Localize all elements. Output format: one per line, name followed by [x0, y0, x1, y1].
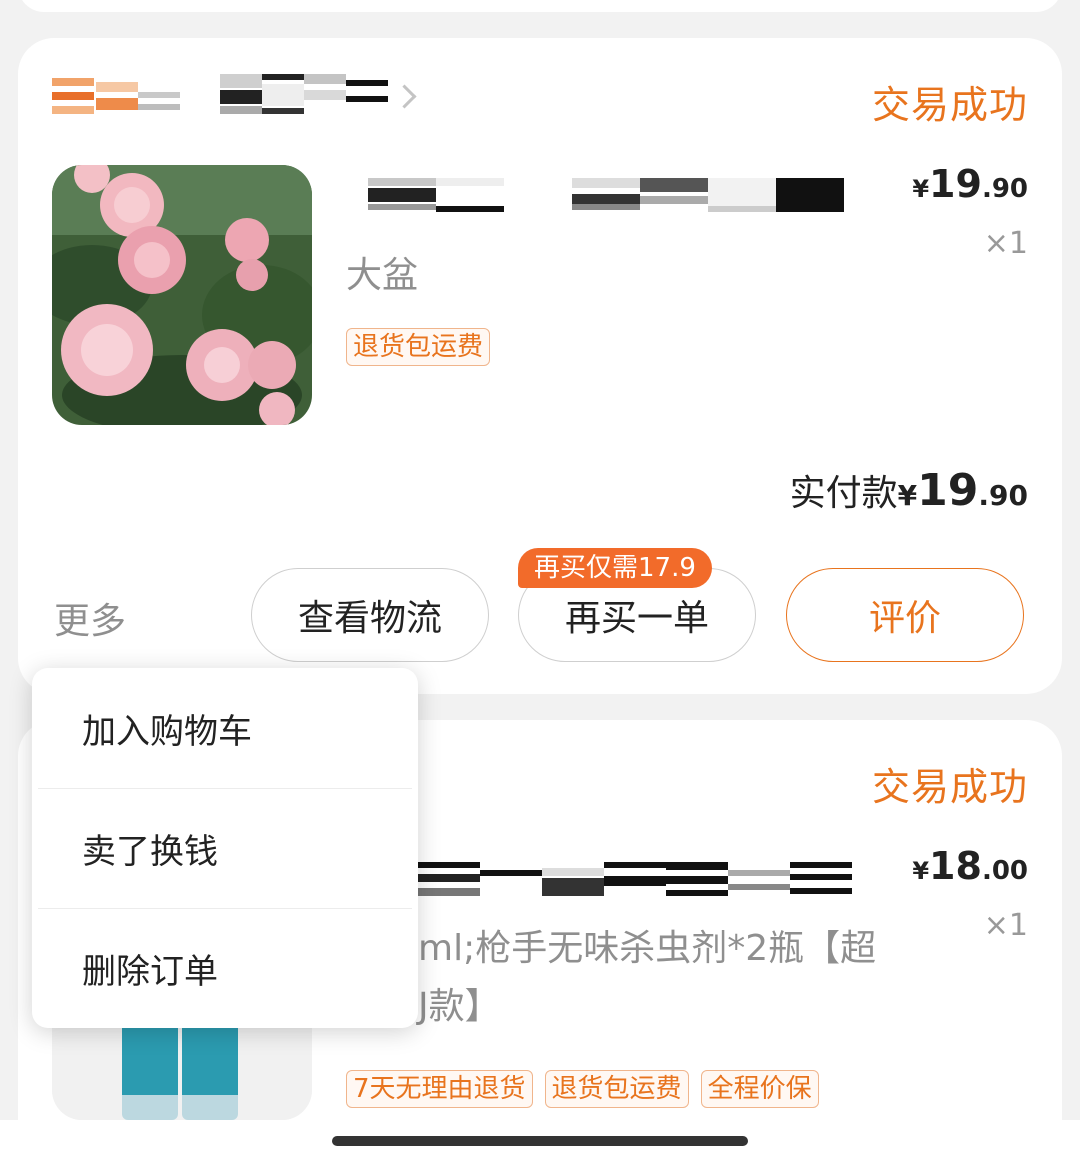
more-menu: 加入购物车 卖了换钱 删除订单	[32, 668, 418, 1028]
paid-label: 实付款	[789, 473, 898, 514]
service-tags: 退货包运费	[346, 328, 491, 366]
shop-name-redacted	[220, 74, 388, 118]
price-integer: 18	[929, 844, 982, 888]
price-currency: ¥	[912, 857, 930, 885]
order-card: 交易成功	[18, 38, 1062, 694]
paid-decimal: .90	[978, 479, 1028, 512]
price-integer: 19	[929, 162, 982, 206]
paid-integer: 19	[917, 465, 979, 516]
product-sku-line-1: ml;枪手无味杀虫剂*2瓶【超	[418, 928, 877, 969]
order-status: 交易成功	[871, 765, 1028, 809]
menu-item-add-to-cart[interactable]: 加入购物车	[32, 668, 418, 788]
product-sku: ml;枪手无味杀虫剂*2瓶【超 J款】	[418, 920, 938, 1036]
service-tag: 退货包运费	[346, 328, 491, 366]
buy-again-promo-badge: 再买仅需17.9	[518, 548, 712, 588]
order-status: 交易成功	[871, 83, 1028, 127]
service-tag: 全程价保	[700, 1070, 819, 1108]
item-price: ¥18.00	[912, 844, 1028, 888]
chevron-right-icon	[392, 83, 417, 109]
service-tag: 7天无理由退货	[346, 1070, 533, 1108]
product-sku: 大盆	[346, 255, 419, 296]
product-title-redacted[interactable]	[368, 178, 848, 218]
shop-name-link[interactable]	[52, 74, 417, 118]
price-currency: ¥	[912, 175, 930, 203]
product-image-rose[interactable]	[52, 165, 312, 425]
more-button[interactable]: 更多	[54, 592, 126, 644]
order-list-page: 交易成功 大盆 退货包运费 ¥19.90 ×1 实付款¥19.90 更多 查看物…	[0, 0, 1080, 1164]
product-title-redacted[interactable]	[418, 862, 908, 898]
review-button[interactable]: 评价	[786, 568, 1024, 662]
item-quantity: ×1	[983, 226, 1028, 261]
item-price: ¥19.90	[912, 162, 1028, 206]
product-sku-line-2: J款】	[418, 986, 501, 1027]
previous-order-card	[18, 0, 1062, 12]
service-tag: 退货包运费	[544, 1070, 689, 1108]
price-decimal: .90	[981, 174, 1028, 204]
actual-payment: 实付款¥19.90	[790, 464, 1028, 516]
item-quantity: ×1	[983, 908, 1028, 943]
service-tags: 7天无理由退货 退货包运费 全程价保	[346, 1070, 819, 1108]
paid-currency: ¥	[897, 479, 918, 512]
price-decimal: .00	[981, 856, 1028, 886]
menu-item-sell-for-cash[interactable]: 卖了换钱	[38, 788, 412, 908]
home-indicator[interactable]	[332, 1136, 748, 1146]
menu-item-delete-order[interactable]: 删除订单	[38, 908, 412, 1028]
view-logistics-button[interactable]: 查看物流	[251, 568, 489, 662]
shop-logo	[52, 74, 180, 118]
